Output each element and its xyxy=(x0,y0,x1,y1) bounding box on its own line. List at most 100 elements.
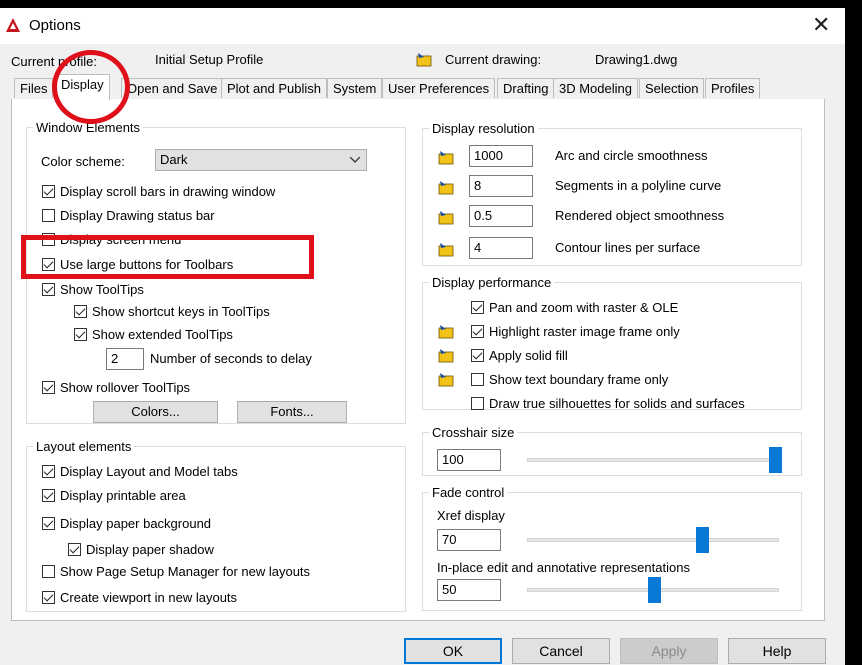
drawing-icon xyxy=(416,53,432,67)
cancel-button[interactable]: Cancel xyxy=(512,638,610,664)
tab-open-and-save[interactable]: Open and Save xyxy=(121,78,224,98)
shortcut-keys-checkbox[interactable] xyxy=(74,305,87,318)
drawing-setting-icon xyxy=(438,243,454,257)
display-performance-group: Display performance xyxy=(422,275,802,410)
delay-seconds-label: Number of seconds to delay xyxy=(150,351,312,366)
polyline-segments-input[interactable]: 8 xyxy=(469,175,533,197)
fade-control-legend: Fade control xyxy=(432,485,505,500)
tab-3d-modeling[interactable]: 3D Modeling xyxy=(553,78,638,98)
scroll-bars-label: Display scroll bars in drawing window xyxy=(60,184,276,199)
arc-smoothness-input[interactable]: 1000 xyxy=(469,145,533,167)
rollover-tooltips-label: Show rollover ToolTips xyxy=(60,380,191,395)
colors-button[interactable]: Colors... xyxy=(93,401,218,423)
paper-shadow-checkbox[interactable] xyxy=(68,543,81,556)
chevron-down-icon xyxy=(350,157,360,163)
page-setup-manager-label: Show Page Setup Manager for new layouts xyxy=(60,564,311,579)
tab-profiles[interactable]: Profiles xyxy=(705,78,761,98)
crosshair-size-slider-thumb[interactable] xyxy=(769,447,782,473)
rollover-tooltips-checkbox[interactable] xyxy=(42,381,55,394)
current-drawing-value: Drawing1.dwg xyxy=(595,52,678,67)
drawing-setting-icon xyxy=(438,211,454,225)
tab-display[interactable]: Display xyxy=(55,74,110,100)
highlight-raster-checkbox[interactable] xyxy=(471,325,484,338)
highlight-raster-label: Highlight raster image frame only xyxy=(489,324,680,339)
page-setup-manager-checkbox[interactable] xyxy=(42,565,55,578)
large-buttons-label: Use large buttons for Toolbars xyxy=(60,257,234,272)
current-profile-value: Initial Setup Profile xyxy=(155,52,264,67)
title-bar: Options ✕ xyxy=(0,8,845,44)
extended-tooltips-checkbox[interactable] xyxy=(74,328,87,341)
true-silhouettes-checkbox[interactable] xyxy=(471,397,484,410)
text-boundary-checkbox[interactable] xyxy=(471,373,484,386)
large-buttons-checkbox[interactable] xyxy=(42,258,55,271)
text-boundary-label: Show text boundary frame only xyxy=(489,372,669,387)
layout-model-tabs-label: Display Layout and Model tabs xyxy=(60,464,238,479)
crosshair-size-legend: Crosshair size xyxy=(432,425,515,440)
crosshair-size-slider[interactable] xyxy=(527,458,779,462)
screen-menu-label: Display screen menu xyxy=(60,232,182,247)
paper-shadow-label: Display paper shadow xyxy=(86,542,214,557)
paper-background-checkbox[interactable] xyxy=(42,517,55,530)
fonts-button[interactable]: Fonts... xyxy=(237,401,347,423)
contour-lines-input[interactable]: 4 xyxy=(469,237,533,259)
drawing-setting-icon xyxy=(438,151,454,165)
delay-seconds-input[interactable]: 2 xyxy=(106,348,144,370)
tab-system[interactable]: System xyxy=(327,78,383,98)
apply-button[interactable]: Apply xyxy=(620,638,718,664)
rendered-smoothness-input[interactable]: 0.5 xyxy=(469,205,533,227)
inplace-edit-label: In-place edit and annotative representat… xyxy=(437,560,690,575)
pan-zoom-raster-checkbox[interactable] xyxy=(471,301,484,314)
tab-plot-and-publish[interactable]: Plot and Publish xyxy=(221,78,327,98)
options-dialog: Options ✕ Current profile: Initial Setup… xyxy=(0,8,845,665)
xref-display-slider[interactable] xyxy=(527,538,779,542)
current-drawing-label: Current drawing: xyxy=(445,52,542,67)
color-scheme-select[interactable]: Dark xyxy=(155,149,367,171)
scroll-bars-checkbox[interactable] xyxy=(42,185,55,198)
rendered-smoothness-label: Rendered object smoothness xyxy=(555,208,725,223)
autocad-logo-icon xyxy=(6,18,20,32)
true-silhouettes-label: Draw true silhouettes for solids and sur… xyxy=(489,396,745,411)
color-scheme-value: Dark xyxy=(160,152,188,167)
tab-user-preferences[interactable]: User Preferences xyxy=(382,78,496,98)
layout-elements-legend: Layout elements xyxy=(36,439,132,454)
display-tab-panel: Window Elements Color scheme: Dark Displ… xyxy=(11,99,825,621)
drawing-setting-icon xyxy=(438,325,454,339)
printable-area-checkbox[interactable] xyxy=(42,489,55,502)
help-button[interactable]: Help xyxy=(728,638,826,664)
xref-display-label: Xref display xyxy=(437,508,505,523)
shortcut-keys-label: Show shortcut keys in ToolTips xyxy=(92,304,270,319)
layout-model-tabs-checkbox[interactable] xyxy=(42,465,55,478)
pan-zoom-raster-label: Pan and zoom with raster & OLE xyxy=(489,300,679,315)
apply-solid-fill-checkbox[interactable] xyxy=(471,349,484,362)
drawing-setting-icon xyxy=(438,349,454,363)
create-viewport-label: Create viewport in new layouts xyxy=(60,590,238,605)
drawing-setting-icon xyxy=(438,181,454,195)
tab-files[interactable]: Files xyxy=(14,78,54,98)
printable-area-label: Display printable area xyxy=(60,488,186,503)
current-profile-label: Current profile: xyxy=(11,54,97,69)
arc-smoothness-label: Arc and circle smoothness xyxy=(555,148,708,163)
drawing-setting-icon xyxy=(438,373,454,387)
status-bar-checkbox[interactable] xyxy=(42,209,55,222)
screen-menu-checkbox[interactable] xyxy=(42,233,55,246)
apply-solid-fill-label: Apply solid fill xyxy=(489,348,568,363)
contour-lines-label: Contour lines per surface xyxy=(555,240,701,255)
show-tooltips-checkbox[interactable] xyxy=(42,283,55,296)
tab-selection[interactable]: Selection xyxy=(639,78,705,98)
window-title: Options xyxy=(29,17,81,34)
extended-tooltips-label: Show extended ToolTips xyxy=(92,327,233,342)
status-bar-label: Display Drawing status bar xyxy=(60,208,215,223)
display-resolution-legend: Display resolution xyxy=(432,121,535,136)
polyline-segments-label: Segments in a polyline curve xyxy=(555,178,722,193)
show-tooltips-label: Show ToolTips xyxy=(60,282,144,297)
ok-button[interactable]: OK xyxy=(404,638,502,664)
crosshair-size-input[interactable]: 100 xyxy=(437,449,501,471)
color-scheme-label: Color scheme: xyxy=(41,154,125,169)
xref-display-slider-thumb[interactable] xyxy=(696,527,710,553)
close-icon[interactable]: ✕ xyxy=(812,14,830,36)
create-viewport-checkbox[interactable] xyxy=(42,591,55,604)
tab-drafting[interactable]: Drafting xyxy=(497,78,555,98)
inplace-edit-slider-thumb[interactable] xyxy=(648,577,661,603)
inplace-edit-input[interactable]: 50 xyxy=(437,579,501,601)
xref-display-input[interactable]: 70 xyxy=(437,529,501,551)
